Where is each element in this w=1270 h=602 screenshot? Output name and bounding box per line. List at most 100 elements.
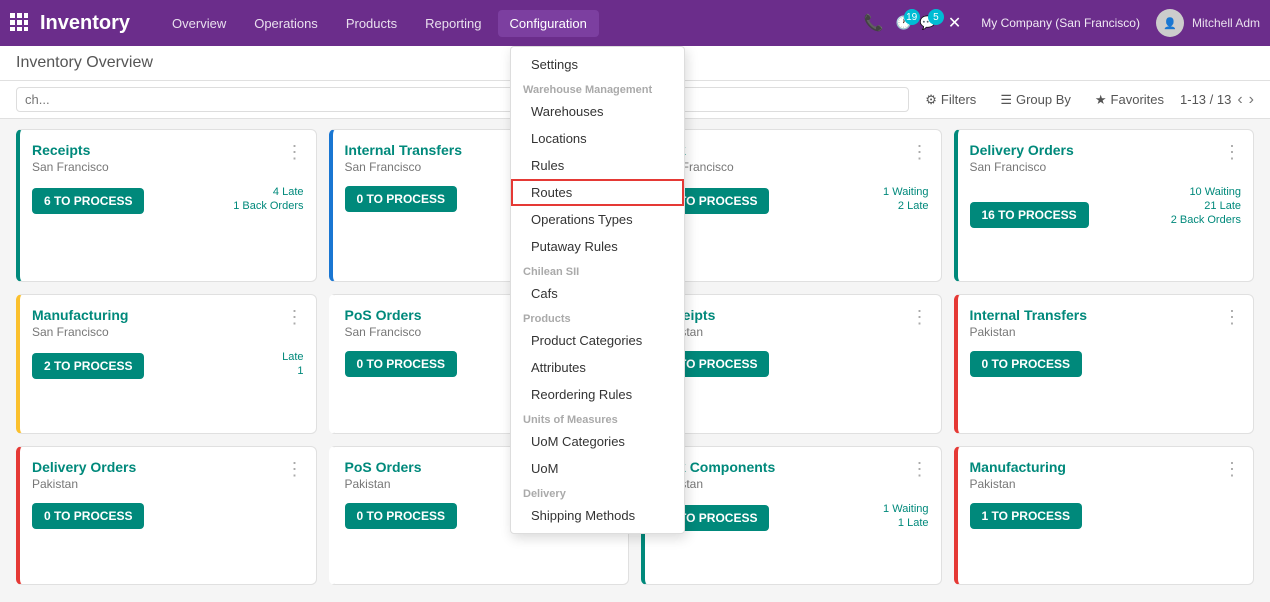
close-icon[interactable]: ✕ (944, 9, 965, 37)
menu-section-header: Products (511, 307, 684, 327)
filters-btn[interactable]: ⚙ Filters (917, 88, 984, 112)
card-stats: 10 Waiting21 Late2 Back Orders (1171, 186, 1241, 228)
process-btn[interactable]: 0 TO PROCESS (32, 503, 144, 529)
card-location: San Francisco (345, 160, 463, 174)
card-title[interactable]: Delivery Orders (970, 142, 1074, 158)
chat-badge-btn[interactable]: 💬 5 (920, 15, 936, 31)
stat-item: 1 Waiting (883, 503, 928, 515)
nav-overview[interactable]: Overview (160, 10, 238, 37)
card-title[interactable]: Internal Transfers (970, 307, 1088, 323)
card-menu-btn[interactable]: ⋮ (911, 142, 929, 163)
card-menu-btn[interactable]: ⋮ (911, 459, 929, 480)
card-header: Pick Components Pakistan ⋮ (657, 459, 929, 491)
grid-icon[interactable] (10, 13, 28, 34)
phone-icon[interactable]: 📞 (860, 9, 888, 37)
nav-operations[interactable]: Operations (242, 10, 330, 37)
card-title[interactable]: Manufacturing (32, 307, 128, 323)
card-menu-btn[interactable]: ⋮ (1223, 459, 1241, 480)
menu-item-attributes[interactable]: Attributes (511, 354, 684, 381)
favorites-btn[interactable]: ★ Favorites (1087, 88, 1172, 112)
card-title[interactable]: PoS Orders (345, 459, 422, 475)
card-item: Pick Components Pakistan ⋮ 0 TO PROCESS … (641, 446, 942, 585)
avatar[interactable]: 👤 (1156, 9, 1184, 37)
card-location: San Francisco (32, 325, 128, 339)
card-item: Delivery Orders Pakistan ⋮ 0 TO PROCESS (16, 446, 317, 585)
card-body: 0 TO PROCESS (970, 351, 1242, 377)
menu-item-uom-categories[interactable]: UoM Categories (511, 428, 684, 455)
menu-item-reordering-rules[interactable]: Reordering Rules (511, 381, 684, 408)
stat-item: 21 Late (1171, 200, 1241, 212)
card-item: Manufacturing Pakistan ⋮ 1 TO PROCESS (954, 446, 1255, 585)
process-btn[interactable]: 6 TO PROCESS (32, 188, 144, 214)
star-icon: ★ (1095, 92, 1107, 108)
next-page-btn[interactable]: › (1249, 91, 1254, 109)
card-header: Pick San Francisco ⋮ (657, 142, 929, 174)
card-menu-btn[interactable]: ⋮ (911, 307, 929, 328)
card-menu-btn[interactable]: ⋮ (1223, 307, 1241, 328)
menu-item-rules[interactable]: Rules (511, 152, 684, 179)
card-item: Pick San Francisco ⋮ 2 TO PROCESS 1 Wait… (641, 129, 942, 282)
groupby-btn[interactable]: ☰ Group By (992, 88, 1079, 112)
stat-item: 1 Waiting (883, 186, 928, 198)
clock-badge: 19 (904, 9, 920, 25)
card-stats: 4 Late1 Back Orders (233, 186, 303, 214)
card-header: Internal Transfers Pakistan ⋮ (970, 307, 1242, 339)
card-title[interactable]: Internal Transfers (345, 142, 463, 158)
menu-item-routes[interactable]: Routes (511, 179, 684, 206)
menu-item-settings[interactable]: Settings (511, 51, 684, 78)
nav-reporting[interactable]: Reporting (413, 10, 493, 37)
pagination: 1-13 / 13 ‹ › (1180, 91, 1254, 109)
card-stats: Late1 (282, 351, 303, 379)
card-title[interactable]: Delivery Orders (32, 459, 136, 475)
process-btn[interactable]: 16 TO PROCESS (970, 202, 1089, 228)
card-header: Delivery Orders Pakistan ⋮ (32, 459, 304, 491)
card-item: Manufacturing San Francisco ⋮ 2 TO PROCE… (16, 294, 317, 433)
card-body: 0 TO PROCESS 1 Waiting1 Late (657, 503, 929, 531)
menu-item-cafs[interactable]: Cafs (511, 280, 684, 307)
process-btn[interactable]: 1 TO PROCESS (970, 503, 1082, 529)
card-item: Receipts Pakistan ⋮ 0 TO PROCESS (641, 294, 942, 433)
card-menu-btn[interactable]: ⋮ (286, 459, 304, 480)
menu-item-product-categories[interactable]: Product Categories (511, 327, 684, 354)
menu-item-putaway-rules[interactable]: Putaway Rules (511, 233, 684, 260)
card-stats: 1 Waiting2 Late (883, 186, 928, 214)
card-menu-btn[interactable]: ⋮ (286, 142, 304, 163)
menu-item-operations-types[interactable]: Operations Types (511, 206, 684, 233)
filter-icon: ⚙ (925, 92, 937, 108)
card-header: Delivery Orders San Francisco ⋮ (970, 142, 1242, 174)
nav-configuration[interactable]: Configuration (498, 10, 599, 37)
card-menu-btn[interactable]: ⋮ (286, 307, 304, 328)
stat-item: 1 Back Orders (233, 200, 303, 212)
card-item: Delivery Orders San Francisco ⋮ 16 TO PR… (954, 129, 1255, 282)
menu-section-header: Delivery (511, 482, 684, 502)
menu-item-locations[interactable]: Locations (511, 125, 684, 152)
menu-section-header: Chilean SII (511, 260, 684, 280)
card-title[interactable]: Manufacturing (970, 459, 1066, 475)
card-header: Receipts San Francisco ⋮ (32, 142, 304, 174)
menu-item-uom[interactable]: UoM (511, 455, 684, 482)
process-btn[interactable]: 0 TO PROCESS (345, 351, 457, 377)
configuration-dropdown: SettingsWarehouse ManagementWarehousesLo… (510, 46, 685, 534)
card-location: Pakistan (32, 477, 136, 491)
filters-label: Filters (941, 92, 976, 107)
menu-item-shipping-methods[interactable]: Shipping Methods (511, 502, 684, 529)
card-body: 0 TO PROCESS (32, 503, 304, 529)
process-btn[interactable]: 2 TO PROCESS (32, 353, 144, 379)
stat-item: 2 Back Orders (1171, 214, 1241, 226)
card-title[interactable]: Receipts (32, 142, 109, 158)
process-btn[interactable]: 0 TO PROCESS (970, 351, 1082, 377)
card-location: San Francisco (32, 160, 109, 174)
card-stats: 1 Waiting1 Late (883, 503, 928, 531)
search-input[interactable] (16, 87, 909, 112)
menu-item-warehouses[interactable]: Warehouses (511, 98, 684, 125)
clock-badge-btn[interactable]: 🕐 19 (895, 15, 911, 31)
pagination-text: 1-13 / 13 (1180, 92, 1231, 107)
card-menu-btn[interactable]: ⋮ (1223, 142, 1241, 163)
card-title[interactable]: PoS Orders (345, 307, 422, 323)
prev-page-btn[interactable]: ‹ (1237, 91, 1242, 109)
card-location: San Francisco (970, 160, 1074, 174)
process-btn[interactable]: 0 TO PROCESS (345, 186, 457, 212)
username: Mitchell Adm (1192, 16, 1260, 30)
process-btn[interactable]: 0 TO PROCESS (345, 503, 457, 529)
nav-products[interactable]: Products (334, 10, 409, 37)
